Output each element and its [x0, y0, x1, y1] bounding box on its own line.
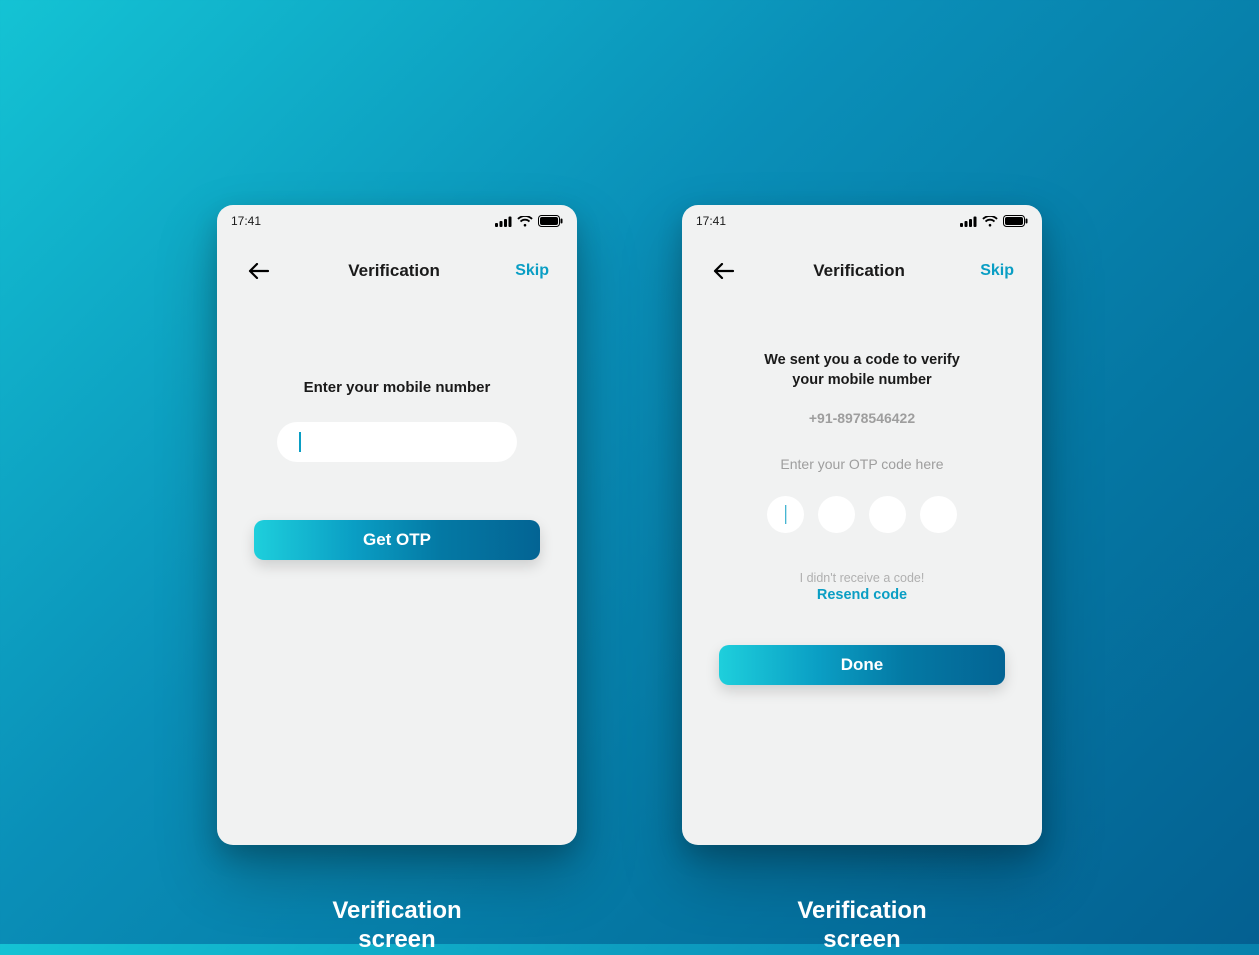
done-button[interactable]: Done: [719, 645, 1005, 685]
app-bar: Verification Skip: [217, 233, 577, 295]
get-otp-button[interactable]: Get OTP: [254, 520, 540, 560]
status-time: 17:41: [696, 214, 726, 228]
page-title: Verification: [348, 261, 440, 281]
otp-digit-1[interactable]: [767, 496, 804, 533]
wifi-icon: [517, 216, 533, 227]
status-icons: [960, 215, 1028, 227]
sent-code-message: We sent you a code to verify your mobile…: [764, 351, 960, 390]
arrow-left-icon: [248, 263, 270, 279]
battery-icon: [538, 215, 563, 227]
no-code-text: I didn't receive a code!: [800, 571, 925, 585]
cellular-signal-icon: [495, 216, 512, 227]
back-button[interactable]: [245, 257, 273, 285]
screen-caption: Verification screen: [332, 897, 461, 955]
otp-prompt: Enter your OTP code here: [780, 456, 943, 472]
caption-line: screen: [797, 926, 926, 955]
phone-number-display: +91-8978546422: [809, 410, 915, 426]
caption-line: Verification: [797, 897, 926, 926]
otp-input-row: [767, 496, 957, 533]
cellular-signal-icon: [960, 216, 977, 227]
skip-link[interactable]: Skip: [515, 262, 549, 280]
wifi-icon: [982, 216, 998, 227]
skip-link[interactable]: Skip: [980, 262, 1014, 280]
app-bar: Verification Skip: [682, 233, 1042, 295]
back-button[interactable]: [710, 257, 738, 285]
otp-digit-4[interactable]: [920, 496, 957, 533]
status-bar: 17:41: [682, 205, 1042, 233]
status-bar: 17:41: [217, 205, 577, 233]
screen-caption: Verification screen: [797, 897, 926, 955]
battery-icon: [1003, 215, 1028, 227]
message-line: your mobile number: [764, 371, 960, 391]
otp-digit-2[interactable]: [818, 496, 855, 533]
mobile-number-input-wrap: [277, 422, 517, 462]
message-line: We sent you a code to verify: [764, 351, 960, 371]
otp-digit-3[interactable]: [869, 496, 906, 533]
mobile-number-input[interactable]: [277, 422, 517, 462]
caption-line: Verification: [332, 897, 461, 926]
arrow-left-icon: [713, 263, 735, 279]
status-time: 17:41: [231, 214, 261, 228]
verification-screen-enter-otp: 17:41 Verification Skip We sent you a co…: [682, 205, 1042, 845]
enter-number-prompt: Enter your mobile number: [304, 379, 491, 396]
input-caret: [299, 432, 301, 452]
resend-code-link[interactable]: Resend code: [817, 587, 907, 603]
status-icons: [495, 215, 563, 227]
caption-line: screen: [332, 926, 461, 955]
verification-screen-enter-number: 17:41 Verification Skip Enter your mobil…: [217, 205, 577, 845]
page-title: Verification: [813, 261, 905, 281]
